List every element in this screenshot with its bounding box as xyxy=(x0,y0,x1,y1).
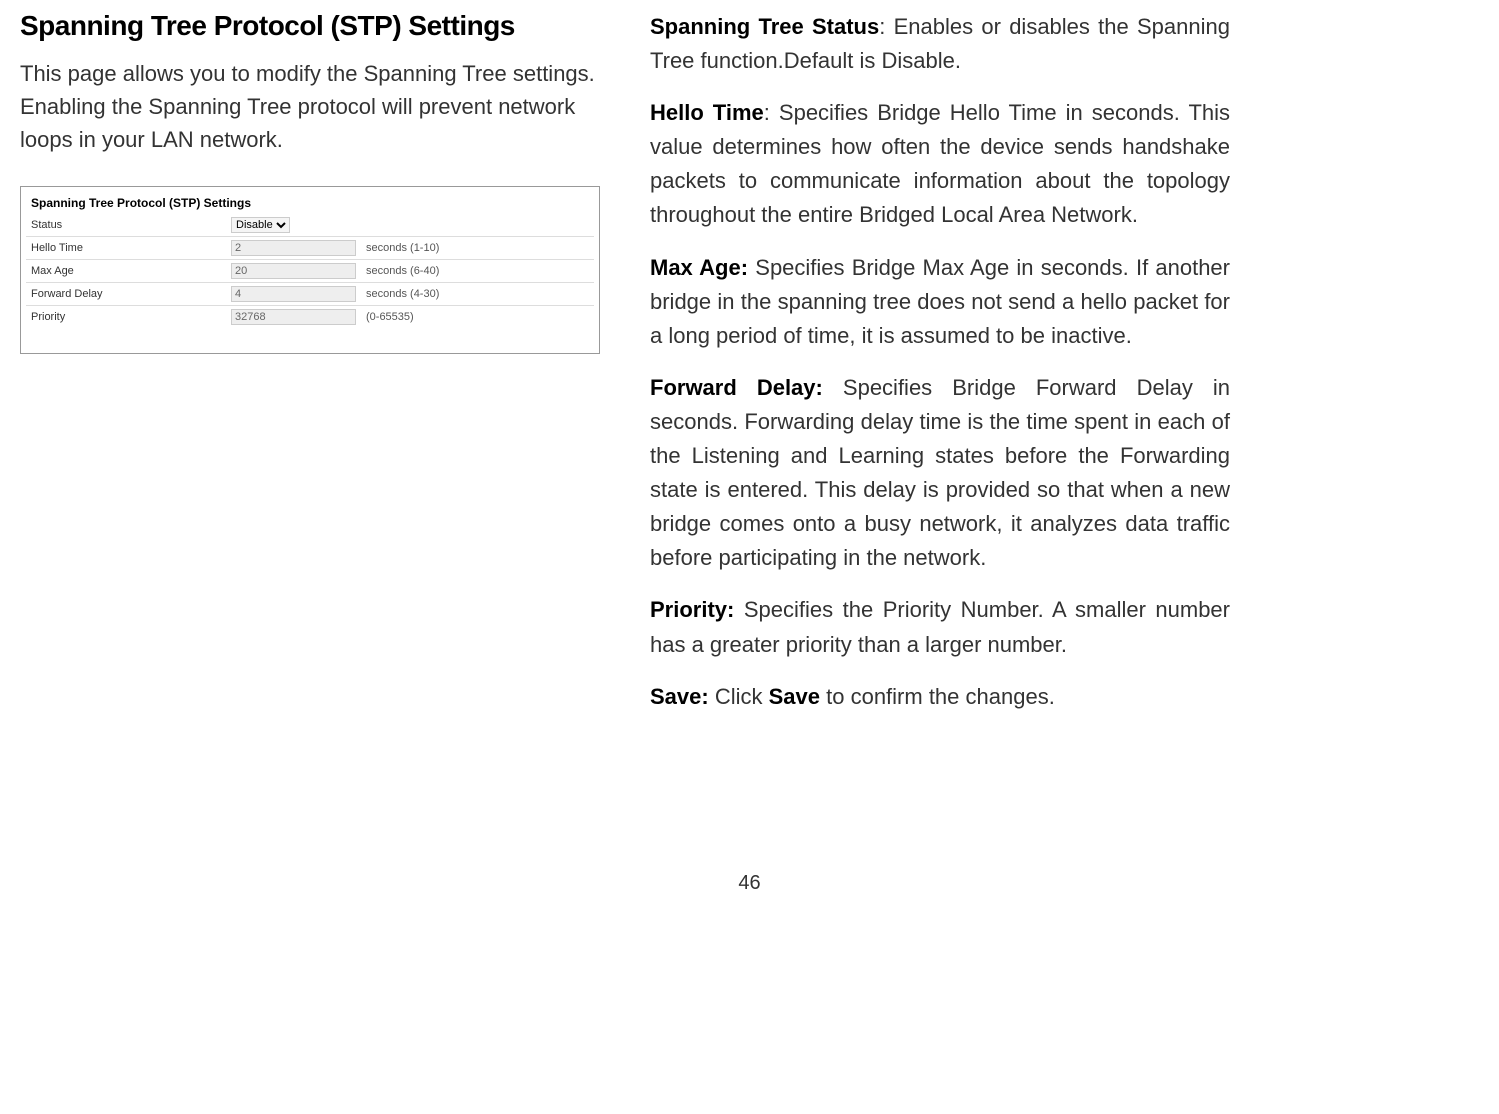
panel-title: Spanning Tree Protocol (STP) Settings xyxy=(26,192,594,214)
status-select[interactable]: Disable xyxy=(231,217,290,233)
row-note: seconds (6-40) xyxy=(361,260,594,283)
row-status: Status Disable xyxy=(26,214,594,237)
row-label: Priority xyxy=(26,306,226,329)
row-label: Max Age xyxy=(26,260,226,283)
row-label: Status xyxy=(26,214,226,237)
page-heading: Spanning Tree Protocol (STP) Settings xyxy=(20,10,600,42)
row-hello-time: Hello Time seconds (1-10) xyxy=(26,237,594,260)
row-max-age: Max Age seconds (6-40) xyxy=(26,260,594,283)
row-forward-delay: Forward Delay seconds (4-30) xyxy=(26,283,594,306)
def-term: Forward Delay: xyxy=(650,375,823,400)
row-note: seconds (4-30) xyxy=(361,283,594,306)
row-label: Hello Time xyxy=(26,237,226,260)
def-spanning-tree-status: Spanning Tree Status: Enables or disable… xyxy=(650,10,1230,78)
def-term: Save: xyxy=(650,684,709,709)
row-note xyxy=(361,214,594,237)
max-age-input[interactable] xyxy=(231,263,356,279)
forward-delay-input[interactable] xyxy=(231,286,356,302)
row-label: Forward Delay xyxy=(26,283,226,306)
stp-settings-table: Status Disable Hello Time seconds (1-10) xyxy=(26,214,594,328)
def-forward-delay: Forward Delay: Specifies Bridge Forward … xyxy=(650,371,1230,576)
def-max-age: Max Age: Specifies Bridge Max Age in sec… xyxy=(650,251,1230,353)
def-term: Hello Time xyxy=(650,100,764,125)
def-save: Save: Click Save to confirm the changes. xyxy=(650,680,1230,714)
row-note: seconds (1-10) xyxy=(361,237,594,260)
stp-settings-panel: Spanning Tree Protocol (STP) Settings St… xyxy=(20,186,600,354)
def-priority: Priority: Specifies the Priority Number.… xyxy=(650,593,1230,661)
row-priority: Priority (0-65535) xyxy=(26,306,594,329)
def-term: Max Age: xyxy=(650,255,748,280)
priority-input[interactable] xyxy=(231,309,356,325)
def-term: Spanning Tree Status xyxy=(650,14,879,39)
intro-paragraph: This page allows you to modify the Spann… xyxy=(20,57,600,156)
hello-time-input[interactable] xyxy=(231,240,356,256)
row-note: (0-65535) xyxy=(361,306,594,329)
def-term: Priority: xyxy=(650,597,734,622)
page-number: 46 xyxy=(20,872,1479,895)
def-hello-time: Hello Time: Specifies Bridge Hello Time … xyxy=(650,96,1230,232)
